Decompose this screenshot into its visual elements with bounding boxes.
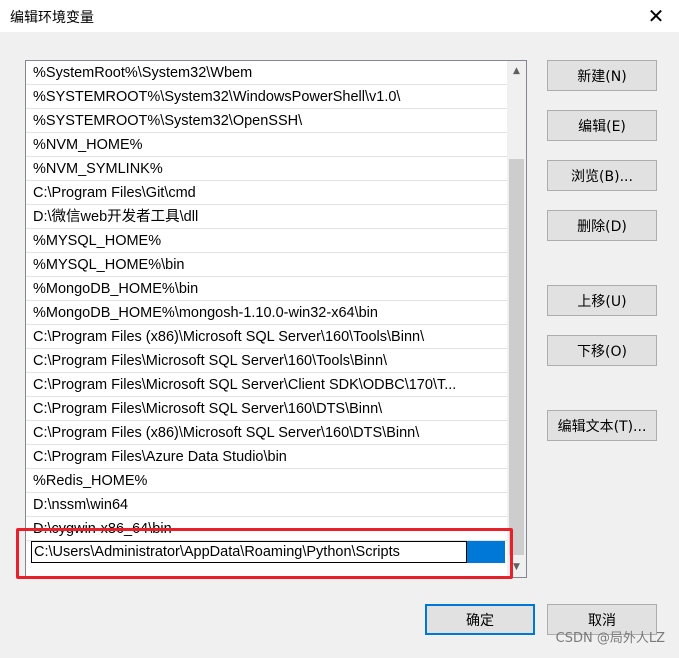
move-down-button[interactable]: 下移(O) bbox=[547, 335, 657, 366]
browse-button[interactable]: 浏览(B)... bbox=[547, 160, 657, 191]
list-item[interactable]: %NVM_SYMLINK% bbox=[26, 157, 507, 181]
ok-button[interactable]: 确定 bbox=[425, 604, 535, 635]
list-item[interactable]: %MYSQL_HOME%\bin bbox=[26, 253, 507, 277]
list-item[interactable]: %SYSTEMROOT%\System32\OpenSSH\ bbox=[26, 109, 507, 133]
scroll-down-icon[interactable]: ▼ bbox=[507, 557, 526, 577]
list-item[interactable]: C:\Program Files\Microsoft SQL Server\16… bbox=[26, 397, 507, 421]
close-icon[interactable]: ✕ bbox=[633, 0, 679, 32]
path-edit-input[interactable]: C:\Users\Administrator\AppData\Roaming\P… bbox=[31, 541, 467, 563]
list-item[interactable]: D:\微信web开发者工具\dll bbox=[26, 205, 507, 229]
watermark: CSDN @局外人LZ bbox=[555, 631, 665, 646]
scroll-thumb[interactable] bbox=[509, 159, 524, 555]
list-item[interactable]: C:\Program Files\Microsoft SQL Server\16… bbox=[26, 349, 507, 373]
list-item[interactable]: C:\Program Files\Azure Data Studio\bin bbox=[26, 445, 507, 469]
list-item[interactable]: %SystemRoot%\System32\Wbem bbox=[26, 61, 507, 85]
edit-button[interactable]: 编辑(E) bbox=[547, 110, 657, 141]
list-item[interactable]: %MongoDB_HOME%\bin bbox=[26, 277, 507, 301]
title-bar: 编辑环境变量 ✕ bbox=[0, 0, 679, 32]
list-item[interactable]: C:\Program Files\Git\cmd bbox=[26, 181, 507, 205]
list-item[interactable]: D:\nssm\win64 bbox=[26, 493, 507, 517]
window-title: 编辑环境变量 bbox=[10, 10, 94, 26]
list-item[interactable]: %MongoDB_HOME%\mongosh-1.10.0-win32-x64\… bbox=[26, 301, 507, 325]
edit-text-button[interactable]: 编辑文本(T)... bbox=[547, 410, 657, 441]
list-item[interactable]: D:\cygwin-x86_64\bin bbox=[26, 517, 507, 541]
vertical-scrollbar[interactable]: ▲ ▼ bbox=[507, 61, 526, 577]
list-item[interactable]: C:\Program Files\Microsoft SQL Server\Cl… bbox=[26, 373, 507, 397]
path-list-rows: %SystemRoot%\System32\Wbem %SYSTEMROOT%\S… bbox=[26, 61, 507, 565]
list-item[interactable]: %NVM_HOME% bbox=[26, 133, 507, 157]
list-item[interactable]: %SYSTEMROOT%\System32\WindowsPowerShell\… bbox=[26, 85, 507, 109]
list-item[interactable]: C:\Program Files (x86)\Microsoft SQL Ser… bbox=[26, 325, 507, 349]
list-item[interactable]: %Redis_HOME% bbox=[26, 469, 507, 493]
selection-highlight bbox=[467, 541, 505, 563]
scroll-up-icon[interactable]: ▲ bbox=[507, 61, 526, 81]
delete-button[interactable]: 删除(D) bbox=[547, 210, 657, 241]
new-button[interactable]: 新建(N) bbox=[547, 60, 657, 91]
list-item[interactable]: C:\Program Files (x86)\Microsoft SQL Ser… bbox=[26, 421, 507, 445]
list-item[interactable]: %MYSQL_HOME% bbox=[26, 229, 507, 253]
list-item-editing[interactable]: C:\Users\Administrator\AppData\Roaming\P… bbox=[26, 541, 507, 565]
move-up-button[interactable]: 上移(U) bbox=[547, 285, 657, 316]
path-list[interactable]: %SystemRoot%\System32\Wbem %SYSTEMROOT%\S… bbox=[25, 60, 527, 578]
